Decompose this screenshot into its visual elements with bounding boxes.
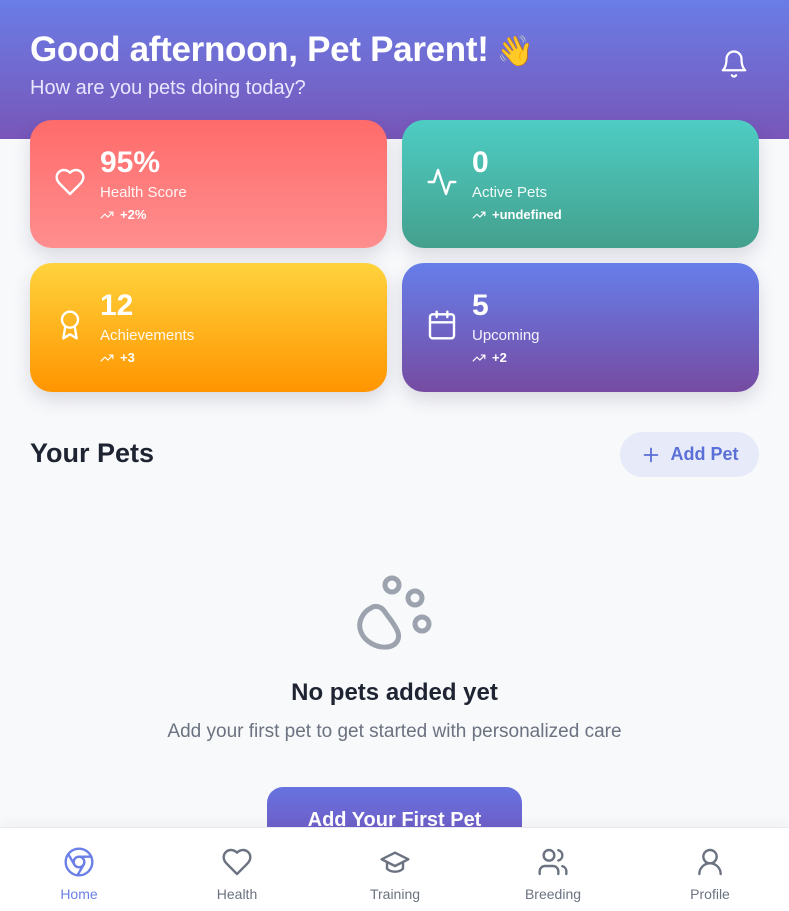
nav-item-training[interactable]: Training xyxy=(316,828,474,911)
nav-item-breeding[interactable]: Breeding xyxy=(474,828,632,911)
award-icon xyxy=(60,310,80,340)
stat-trend-value: +3 xyxy=(120,350,135,365)
trending-up-icon xyxy=(472,354,486,361)
nav-label: Profile xyxy=(690,886,730,902)
stat-trend-value: +2% xyxy=(120,207,147,222)
stat-label: Achievements xyxy=(100,327,195,344)
plus-icon xyxy=(644,447,659,462)
add-pet-label: Add Pet xyxy=(670,444,739,464)
paw-icon xyxy=(357,575,432,650)
heart-icon xyxy=(55,168,85,196)
section-title-your-pets: Your Pets xyxy=(30,438,155,468)
users-icon xyxy=(538,848,568,876)
stat-trend-value: +2 xyxy=(492,350,507,365)
nav-label: Home xyxy=(60,886,98,902)
stat-label: Upcoming xyxy=(472,327,540,344)
stat-value: 5 xyxy=(472,289,489,322)
greeting-title: Good afternoon, Pet Parent! 👋 xyxy=(30,30,534,70)
home-icon xyxy=(64,847,94,877)
stat-trend: +2% xyxy=(100,207,146,222)
notifications-button[interactable] xyxy=(716,46,752,82)
stat-trend: +3 xyxy=(100,350,135,365)
stat-value: 95% xyxy=(100,146,161,179)
wave-emoji: 👋 xyxy=(496,35,534,68)
heart-icon xyxy=(222,848,252,876)
header: Good afternoon, Pet Parent! 👋 How are you… xyxy=(0,0,789,139)
bell-icon xyxy=(721,50,747,78)
trending-up-icon xyxy=(100,211,114,218)
trending-up-icon xyxy=(472,211,486,218)
stat-value: 0 xyxy=(472,146,489,179)
greeting-text: Good afternoon, Pet Parent! xyxy=(30,30,489,69)
empty-state-subtitle: Add your first pet to get started with p… xyxy=(167,721,622,742)
user-icon xyxy=(698,848,722,876)
stat-trend: +2 xyxy=(472,350,507,365)
stat-trend-value: +undefined xyxy=(492,207,562,222)
stat-card-upcoming[interactable]: 5 Upcoming +2 xyxy=(402,263,759,392)
nav-label: Health xyxy=(216,886,258,902)
nav-item-profile[interactable]: Profile xyxy=(631,828,789,911)
bottom-nav: Home Health Training Breeding Profile xyxy=(0,827,789,911)
nav-item-home[interactable]: Home xyxy=(0,828,158,911)
nav-label: Breeding xyxy=(524,886,582,902)
stat-card-health-score[interactable]: 95% Health Score +2% xyxy=(30,120,387,248)
activity-icon xyxy=(427,168,457,196)
stat-trend: +undefined xyxy=(472,207,562,222)
trending-up-icon xyxy=(100,354,114,361)
stat-card-achievements[interactable]: 12 Achievements +3 xyxy=(30,263,387,392)
empty-state-title: No pets added yet xyxy=(291,679,498,706)
nav-label: Training xyxy=(369,886,421,902)
stat-card-active-pets[interactable]: 0 Active Pets +undefined xyxy=(402,120,759,248)
calendar-icon xyxy=(428,310,456,340)
stat-label: Health Score xyxy=(100,184,187,201)
greeting-subtitle: How are you pets doing today? xyxy=(30,77,306,99)
stat-label: Active Pets xyxy=(472,184,548,201)
add-pet-button[interactable]: Add Pet xyxy=(620,432,759,477)
graduation-cap-icon xyxy=(380,851,410,873)
stat-value: 12 xyxy=(100,289,134,322)
nav-item-health[interactable]: Health xyxy=(158,828,316,911)
